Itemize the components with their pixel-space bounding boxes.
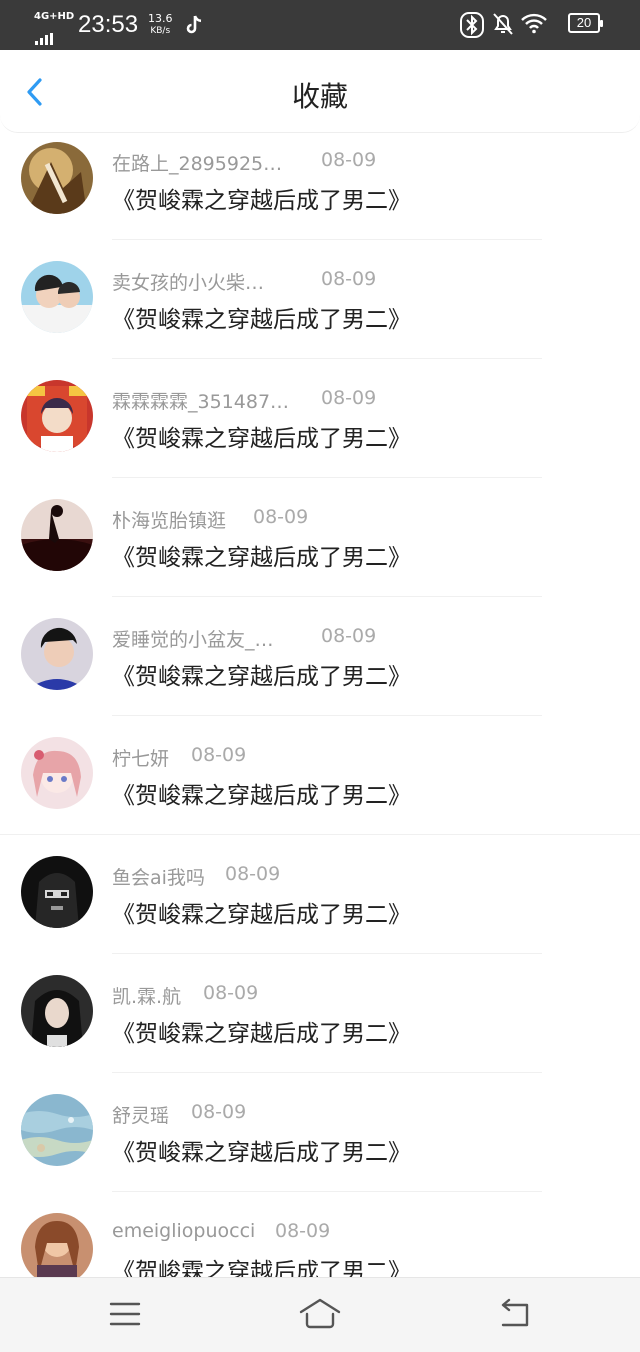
menu-button[interactable] [105,1296,145,1332]
list-item[interactable]: emeigliopuocci 08-09 《贺峻霖之穿越后成了男二》 [0,1203,640,1277]
network-indicator: 4G+HD [34,11,74,45]
favorites-list: 在路上_2895925… 08-09 《贺峻霖之穿越后成了男二》 卖女孩的小火柴… [0,132,640,1277]
item-title[interactable]: 《贺峻霖之穿越后成了男二》 [112,538,411,572]
status-right: 20 [460,12,603,38]
list-item[interactable]: 鱼会ai我吗 08-09 《贺峻霖之穿越后成了男二》 [0,846,640,965]
divider [112,358,542,359]
tiktok-icon [186,15,202,34]
item-username: emeigliopuocci [112,1220,256,1242]
nav-header: 收藏 [0,50,640,133]
avatar [21,261,93,333]
divider [112,1191,542,1192]
item-username: 在路上_2895925… [112,153,283,175]
item-title[interactable]: 《贺峻霖之穿越后成了男二》 [112,1252,411,1277]
item-date: 08-09 [253,506,309,528]
home-button[interactable] [298,1296,342,1332]
avatar [21,380,93,452]
item-username: 霖霖霖霖_351487… [112,391,290,413]
divider [112,239,542,240]
list-item[interactable]: 卖女孩的小火柴… 08-09 《贺峻霖之穿越后成了男二》 [0,251,640,370]
item-date: 08-09 [321,268,377,290]
divider [112,596,542,597]
avatar [21,856,93,928]
page-title: 收藏 [291,80,348,113]
divider [112,953,542,954]
network-label: 4G+HD [34,11,75,22]
list-item[interactable]: 柠七妍 08-09 《贺峻霖之穿越后成了男二》 [0,727,640,846]
signal-icon [35,26,55,45]
item-username: 凯.霖.航 [112,986,182,1008]
list-item[interactable]: 舒灵瑶 08-09 《贺峻霖之穿越后成了男二》 [0,1084,640,1203]
avatar [21,737,93,809]
item-username: 柠七妍 [112,748,170,770]
clock: 23:53 [78,11,139,38]
speed-value: 13.6 [148,12,173,25]
battery-icon: 20 [568,13,603,33]
item-date: 08-09 [191,1101,247,1123]
item-title[interactable]: 《贺峻霖之穿越后成了男二》 [112,895,411,929]
list-item[interactable]: 爱睡觉的小盆友_… 08-09 《贺峻霖之穿越后成了男二》 [0,608,640,727]
divider [112,1072,542,1073]
system-nav-bar [0,1277,640,1352]
item-date: 08-09 [203,982,259,1004]
wifi-icon [521,13,547,34]
item-title[interactable]: 《贺峻霖之穿越后成了男二》 [112,300,411,334]
item-title[interactable]: 《贺峻霖之穿越后成了男二》 [112,657,411,691]
item-title[interactable]: 《贺峻霖之穿越后成了男二》 [112,419,411,453]
back-button[interactable] [18,72,54,112]
list-item[interactable]: 霖霖霖霖_351487… 08-09 《贺峻霖之穿越后成了男二》 [0,370,640,489]
item-username: 卖女孩的小火柴… [112,272,265,294]
avatar [21,1094,93,1166]
list-item[interactable]: 凯.霖.航 08-09 《贺峻霖之穿越后成了男二》 [0,965,640,1084]
divider [112,477,542,478]
divider [0,834,640,835]
bluetooth-icon [460,12,484,38]
network-speed: 13.6 KB/s [148,13,173,37]
item-date: 08-09 [321,625,377,647]
home-icon [299,1298,341,1329]
item-username: 朴海览胎镇逛 [112,510,227,532]
item-title[interactable]: 《贺峻霖之穿越后成了男二》 [112,181,411,215]
item-title[interactable]: 《贺峻霖之穿越后成了男二》 [112,1014,411,1048]
item-title[interactable]: 《贺峻霖之穿越后成了男二》 [112,1133,411,1167]
item-title[interactable]: 《贺峻霖之穿越后成了男二》 [112,776,411,810]
item-username: 爱睡觉的小盆友_… [112,629,274,651]
speed-unit: KB/s [150,26,171,36]
chevron-left-icon [27,78,42,106]
list-item[interactable]: 朴海览胎镇逛 08-09 《贺峻霖之穿越后成了男二》 [0,489,640,608]
menu-icon [109,1302,141,1326]
item-date: 08-09 [225,863,281,885]
avatar [21,499,93,571]
item-date: 08-09 [321,149,377,171]
divider [112,715,542,716]
item-date: 08-09 [191,744,247,766]
avatar [21,618,93,690]
status-bar: 4G+HD 23:53 13.6 KB/s 20 [0,0,640,50]
list-item[interactable]: 在路上_2895925… 08-09 《贺峻霖之穿越后成了男二》 [0,132,640,251]
avatar [21,1213,93,1277]
mute-icon [493,13,513,35]
back-nav-button[interactable] [495,1296,535,1332]
back-icon [501,1298,529,1327]
item-username: 舒灵瑶 [112,1105,170,1127]
avatar [21,975,93,1047]
item-date: 08-09 [275,1220,331,1242]
item-username: 鱼会ai我吗 [112,867,205,889]
avatar [21,142,93,214]
item-date: 08-09 [321,387,377,409]
